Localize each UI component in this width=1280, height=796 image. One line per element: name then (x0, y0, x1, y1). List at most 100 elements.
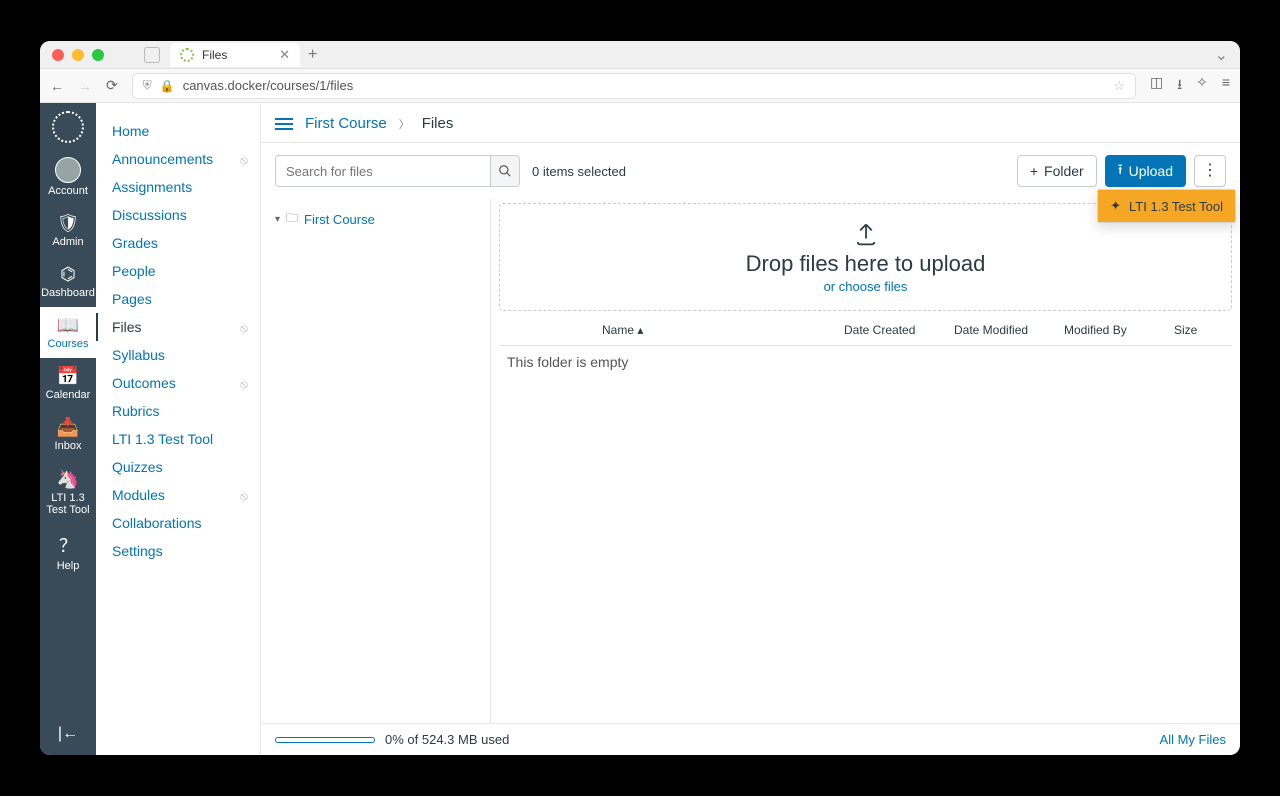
calendar-icon: 📅 (57, 366, 79, 387)
search-wrap (275, 155, 520, 187)
tab-close-icon[interactable]: ✕ (279, 47, 290, 63)
hamburger-button[interactable] (275, 118, 293, 130)
plus-icon: + (1030, 163, 1038, 179)
upload-button[interactable]: ⭱ Upload (1105, 155, 1186, 187)
menu-item-lti[interactable]: ✦ LTI 1.3 Test Tool (1098, 190, 1235, 222)
sidebar-toggle-icon[interactable] (144, 47, 160, 63)
course-nav-home[interactable]: Home (96, 117, 260, 145)
hidden-icon: ⦸ (240, 377, 248, 392)
hidden-icon: ⦸ (240, 153, 248, 168)
course-nav-settings[interactable]: Settings (96, 537, 260, 565)
global-nav-account[interactable]: Account (40, 149, 96, 205)
storage-usage: 0% of 524.3 MB used (385, 732, 509, 747)
selection-count: 0 items selected (532, 164, 626, 179)
course-nav-outcomes[interactable]: Outcomes⦸ (96, 369, 260, 397)
url-box[interactable]: ⛨ 🔒 canvas.docker/courses/1/files ☆ (132, 73, 1136, 99)
global-nav-dashboard[interactable]: ⌬ Dashboard (40, 256, 96, 307)
storage-progress (275, 737, 375, 743)
col-size[interactable]: Size (1174, 323, 1224, 337)
course-nav-pages[interactable]: Pages (96, 285, 260, 313)
window-controls (52, 49, 104, 61)
course-nav-rubrics[interactable]: Rubrics (96, 397, 260, 425)
global-nav: Account 🛡 Admin ⌬ Dashboard 📖 Courses 📅 … (40, 103, 96, 755)
course-nav-files[interactable]: Files⦸ (96, 313, 260, 341)
dashboard-icon: ⌬ (60, 264, 76, 285)
help-icon: ？ (59, 532, 77, 558)
downloads-icon[interactable]: ⭳ (1177, 74, 1182, 98)
minimize-window-button[interactable] (72, 49, 84, 61)
browser-tab[interactable]: Files ✕ (170, 43, 300, 67)
titlebar: Files ✕ + ⌄ (40, 41, 1240, 69)
course-nav-people[interactable]: People (96, 257, 260, 285)
more-options-button[interactable]: ⋮ (1194, 155, 1226, 187)
dropzone-heading: Drop files here to upload (746, 251, 986, 277)
close-window-button[interactable] (52, 49, 64, 61)
chevron-right-icon: 〉 (399, 116, 410, 132)
favicon-icon (180, 48, 194, 62)
col-created[interactable]: Date Created (844, 323, 954, 337)
upload-arrow-icon (852, 221, 880, 249)
course-nav-lti[interactable]: LTI 1.3 Test Tool (96, 425, 260, 453)
hidden-icon: ⦸ (240, 489, 248, 504)
col-by[interactable]: Modified By (1064, 323, 1174, 337)
choose-files-link[interactable]: or choose files (824, 279, 908, 294)
upload-icon: ⭱ (1118, 159, 1123, 183)
breadcrumb: First Course 〉 Files (261, 103, 1240, 143)
breadcrumb-course[interactable]: First Course (305, 115, 387, 132)
new-folder-button[interactable]: + Folder (1017, 155, 1097, 187)
course-nav-discussions[interactable]: Discussions (96, 201, 260, 229)
canvas-logo-icon[interactable] (52, 111, 84, 143)
search-input[interactable] (275, 155, 490, 187)
inbox-icon: 📥 (57, 417, 79, 438)
collapse-nav-button[interactable]: |← (58, 713, 78, 755)
search-button[interactable] (490, 155, 520, 187)
col-modified[interactable]: Date Modified (954, 323, 1064, 337)
course-nav-announcements[interactable]: Announcements⦸ (96, 145, 260, 173)
search-icon (498, 164, 512, 178)
file-area: Drop files here to upload or choose file… (491, 199, 1240, 723)
back-button[interactable]: ← (50, 78, 64, 94)
shield-icon: 🛡 (57, 213, 80, 234)
browser-window: Files ✕ + ⌄ ← → ⟳ ⛨ 🔒 canvas.docker/cour… (40, 41, 1240, 755)
tree-root[interactable]: ▾ 🗀 First Course (275, 209, 476, 230)
extensions-icon[interactable]: ✧ (1196, 74, 1208, 98)
reload-button[interactable]: ⟳ (106, 77, 118, 94)
maximize-window-button[interactable] (92, 49, 104, 61)
files-toolbar: 0 items selected + Folder ⭱ Upload ⋮ (261, 143, 1240, 199)
more-options-menu: ✦ LTI 1.3 Test Tool (1097, 189, 1236, 223)
files-body: ▾ 🗀 First Course Drop files here to uplo… (261, 199, 1240, 723)
bookmark-star-icon[interactable]: ☆ (1113, 78, 1125, 94)
url-text: canvas.docker/courses/1/files (183, 78, 1106, 93)
new-tab-button[interactable]: + (308, 46, 317, 64)
avatar-icon (55, 157, 81, 183)
tool-icon: ✦ (1110, 198, 1121, 214)
global-nav-inbox[interactable]: 📥 Inbox (40, 409, 96, 460)
course-nav-grades[interactable]: Grades (96, 229, 260, 257)
breadcrumb-current: Files (422, 115, 454, 132)
pocket-icon[interactable]: ◫ (1150, 74, 1163, 98)
col-name[interactable]: Name ▴ (602, 323, 844, 337)
course-nav-quizzes[interactable]: Quizzes (96, 453, 260, 481)
menu-icon[interactable]: ≡ (1222, 74, 1230, 98)
hidden-icon: ⦸ (240, 321, 248, 336)
shield-icon: ⛨ (143, 78, 152, 93)
global-nav-courses[interactable]: 📖 Courses (40, 307, 96, 358)
folder-icon: 🗀 (286, 209, 298, 230)
forward-button[interactable]: → (78, 78, 92, 94)
global-nav-lti[interactable]: 🦄 LTI 1.3 Test Tool (40, 461, 96, 524)
course-nav-assignments[interactable]: Assignments (96, 173, 260, 201)
address-bar: ← → ⟳ ⛨ 🔒 canvas.docker/courses/1/files … (40, 69, 1240, 103)
sort-asc-icon: ▴ (637, 323, 643, 337)
course-nav-syllabus[interactable]: Syllabus (96, 341, 260, 369)
global-nav-admin[interactable]: 🛡 Admin (40, 205, 96, 256)
all-my-files-link[interactable]: All My Files (1160, 732, 1226, 747)
course-nav-modules[interactable]: Modules⦸ (96, 481, 260, 509)
course-nav-collaborations[interactable]: Collaborations (96, 509, 260, 537)
table-header: Name ▴ Date Created Date Modified Modifi… (499, 315, 1232, 346)
titlebar-chevron-icon[interactable]: ⌄ (1215, 45, 1228, 65)
files-footer: 0% of 524.3 MB used All My Files (261, 723, 1240, 755)
global-nav-calendar[interactable]: 📅 Calendar (40, 358, 96, 409)
unicorn-icon: 🦄 (57, 469, 79, 490)
course-nav: Home Announcements⦸ Assignments Discussi… (96, 103, 261, 755)
global-nav-help[interactable]: ？ Help (40, 524, 96, 580)
